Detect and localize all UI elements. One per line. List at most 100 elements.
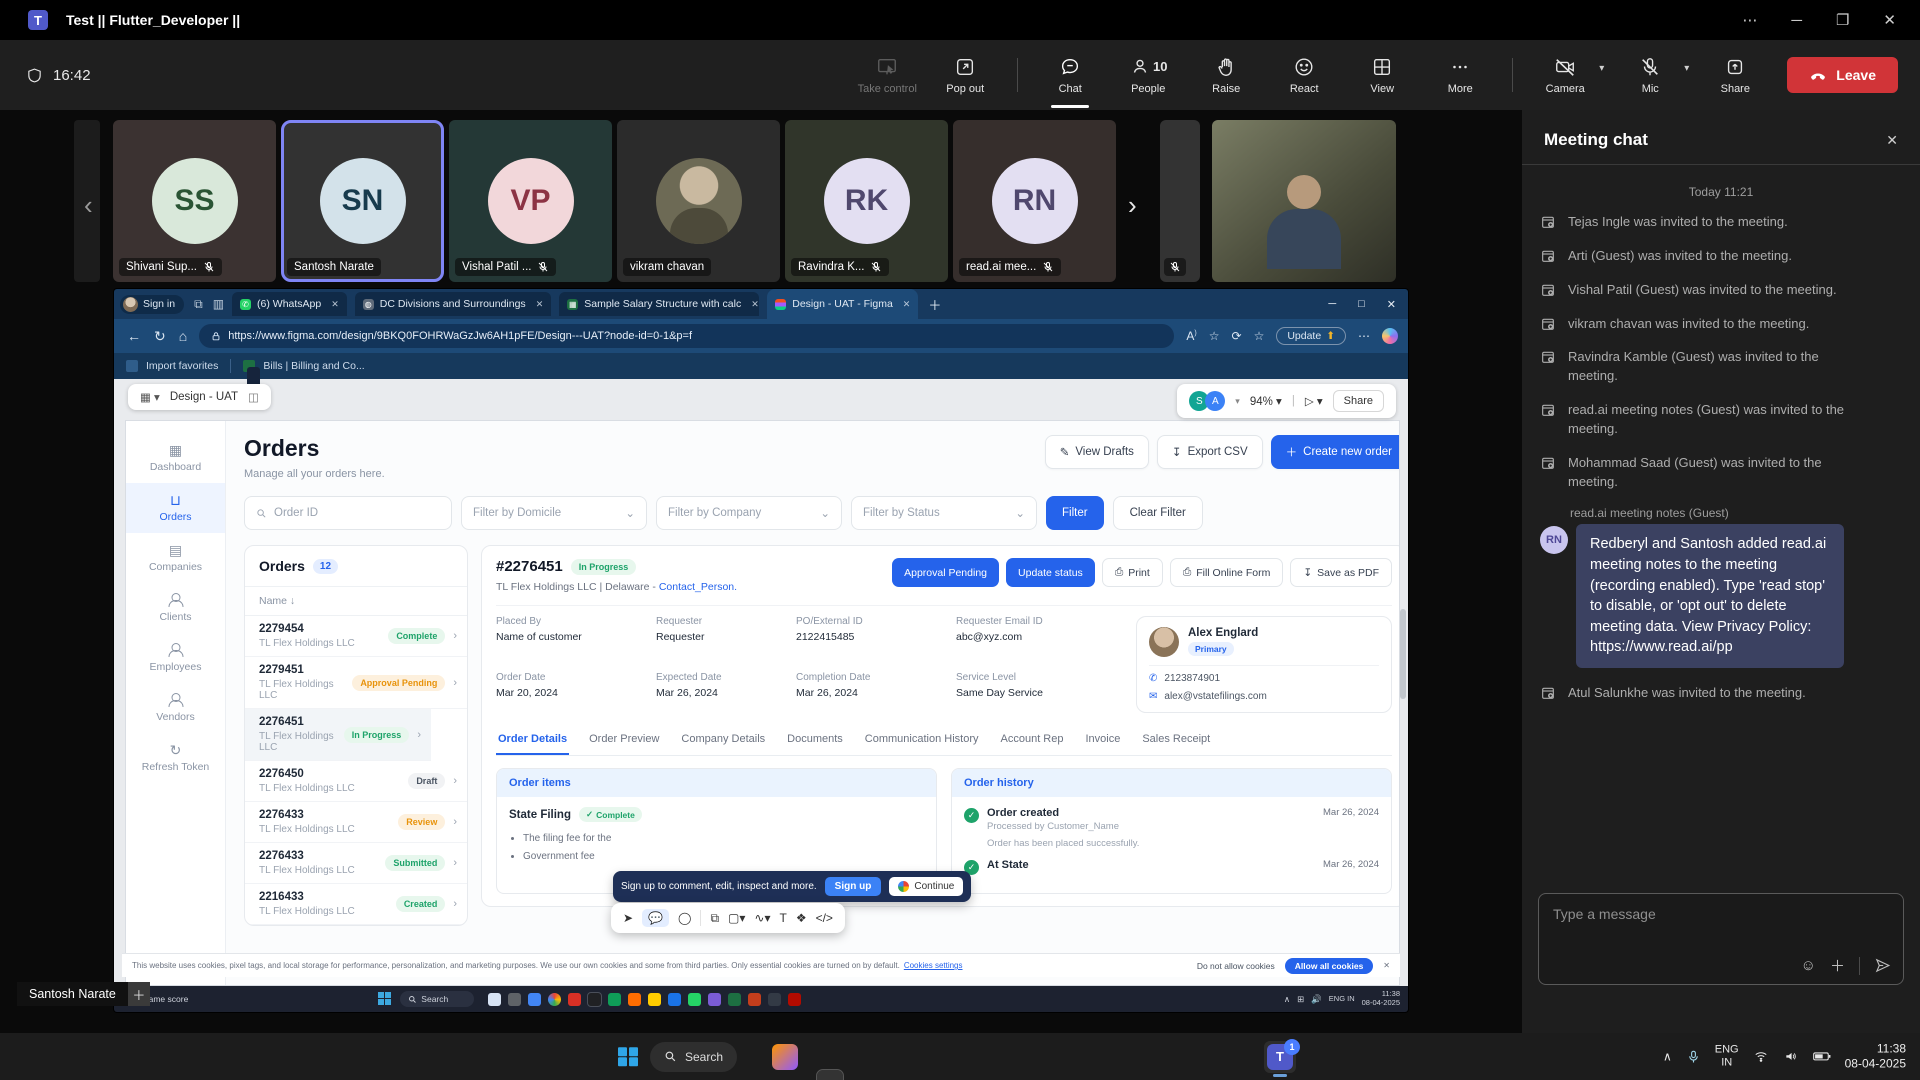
create-new-order-button[interactable]: ＋Create new order — [1271, 435, 1400, 469]
camera-button[interactable]: Camera — [1529, 56, 1601, 95]
tiles-prev-chevron-icon[interactable]: ‹ — [84, 190, 93, 221]
copilot-icon[interactable] — [1382, 328, 1398, 344]
tab-close-icon[interactable]: ✕ — [331, 299, 339, 310]
filter-domicile-select[interactable]: Filter by Domicile⌄ — [461, 496, 647, 530]
attach-plus-icon[interactable]: ＋ — [1830, 955, 1845, 976]
sidebar-item-dashboard[interactable]: ▦Dashboard — [126, 433, 225, 483]
order-row[interactable]: 2279454TL Flex Holdings LLCComplete› — [245, 616, 467, 657]
sidebar-item-refresh-token[interactable]: ↻Refresh Token — [126, 733, 225, 783]
tab-communication-history[interactable]: Communication History — [863, 727, 981, 755]
fill-online-form-button[interactable]: ⎙Fill Online Form — [1170, 558, 1284, 587]
browser-tab-dc-divisions[interactable]: ◍ DC Divisions and Surroundings✕ — [355, 292, 551, 316]
pop-out-button[interactable]: Pop out — [929, 40, 1001, 110]
shared-system-tray[interactable]: ∧⊞🔊 ENG IN 11:38 08-04-2025 — [1284, 990, 1400, 1007]
browser-close-icon[interactable]: ✕ — [1387, 298, 1396, 311]
cookie-settings-link[interactable]: Cookies settings — [904, 961, 963, 970]
shared-taskbar-icons[interactable] — [488, 993, 801, 1006]
browser-tab-salary-sheet[interactable]: ▦ Sample Salary Structure with calc✕ — [559, 292, 759, 316]
chat-button[interactable]: Chat — [1034, 40, 1106, 110]
order-row[interactable]: 2276433TL Flex Holdings LLCReview› — [245, 802, 467, 843]
sidebar-item-clients[interactable]: Clients — [126, 583, 225, 633]
signup-button[interactable]: Sign up — [825, 877, 882, 896]
react-button[interactable]: React — [1268, 40, 1340, 110]
text-tool-icon[interactable]: T — [779, 911, 786, 925]
video-tile[interactable]: SS Shivani Sup... — [113, 120, 276, 282]
new-tab-button[interactable]: ＋ — [928, 295, 941, 314]
more-button[interactable]: More — [1424, 40, 1496, 110]
teams-icon[interactable]: T1 — [1264, 1041, 1296, 1073]
contact-person-link[interactable]: Contact_Person. — [659, 581, 737, 593]
tray-expand-chevron-icon[interactable]: ∧ — [1663, 1050, 1672, 1064]
tab-invoice[interactable]: Invoice — [1083, 727, 1122, 755]
order-id-input[interactable]: Order ID — [244, 496, 452, 530]
shape-tool-icon[interactable]: ▢▾ — [728, 911, 745, 925]
back-icon[interactable]: ← — [127, 328, 141, 344]
component-tool-icon[interactable]: ❖ — [796, 911, 807, 925]
save-as-pdf-button[interactable]: ↧Save as PDF — [1290, 558, 1392, 587]
approval-pending-button[interactable]: Approval Pending — [892, 558, 999, 587]
url-field[interactable]: https://www.figma.com/design/9BKQ0FOHRWa… — [199, 324, 1174, 348]
favorite-star-icon[interactable]: ☆ — [1209, 329, 1220, 343]
browser-tab-figma-active[interactable]: Design - UAT - Figma✕ — [767, 289, 918, 319]
battery-icon[interactable] — [1813, 1050, 1831, 1064]
comment-tool-icon[interactable]: 💬 — [642, 909, 669, 927]
tab-order-preview[interactable]: Order Preview — [587, 727, 661, 755]
page-scrollbar[interactable] — [1400, 609, 1406, 699]
update-status-button[interactable]: Update status — [1006, 558, 1095, 587]
cookie-close-icon[interactable]: ✕ — [1383, 961, 1390, 970]
tab-account-rep[interactable]: Account Rep — [999, 727, 1066, 755]
sidebar-item-employees[interactable]: Employees — [126, 633, 225, 683]
export-csv-button[interactable]: ↧Export CSV — [1157, 435, 1263, 469]
view-button[interactable]: View — [1346, 40, 1418, 110]
minimize-button[interactable]: ─ — [1791, 12, 1802, 29]
filter-button[interactable]: Filter — [1046, 496, 1104, 530]
leave-button[interactable]: Leave — [1787, 57, 1898, 93]
order-row-selected[interactable]: 2276451TL Flex Holdings LLCIn Progress› — [245, 709, 431, 761]
pin-presenter-button[interactable]: ＋ — [128, 982, 150, 1006]
close-button[interactable]: ✕ — [1883, 11, 1896, 29]
contact-email[interactable]: ✉alex@vstatefilings.com — [1149, 691, 1379, 702]
import-favorites-link[interactable]: Import favorites — [146, 360, 218, 372]
cursor-tool-icon[interactable]: ➤ — [623, 911, 633, 925]
send-icon[interactable] — [1874, 957, 1891, 974]
tiles-next-chevron-icon[interactable]: › — [1128, 190, 1137, 221]
present-icon[interactable]: ▷ ▾ — [1305, 394, 1323, 408]
collections-icon[interactable]: ☆ — [1254, 329, 1265, 343]
refresh-sync-icon[interactable]: ⟳ — [1232, 329, 1242, 343]
sidebar-item-orders[interactable]: ⊔Orders — [126, 483, 225, 533]
language-indicator[interactable]: ENGIN — [1715, 1044, 1739, 1069]
view-drafts-button[interactable]: ✎View Drafts — [1045, 435, 1149, 469]
browser-settings-ellipsis-icon[interactable]: ⋯ — [1358, 329, 1370, 343]
firefox-icon[interactable] — [772, 1044, 798, 1070]
sidebar-item-companies[interactable]: ▤Companies — [126, 533, 225, 583]
window-options-icon[interactable]: ⋯ — [1742, 11, 1757, 29]
shared-search-box[interactable]: Search — [400, 991, 474, 1007]
tab-sales-receipt[interactable]: Sales Receipt — [1140, 727, 1212, 755]
avatars-chevron-icon[interactable]: ▾ — [1235, 396, 1240, 407]
bills-bookmark-link[interactable]: Bills | Billing and Co... — [263, 360, 364, 372]
order-row[interactable]: 2276450TL Flex Holdings LLCDraft› — [245, 761, 467, 802]
print-button[interactable]: ⎙Print — [1102, 558, 1163, 587]
google-continue-button[interactable]: Continue — [889, 877, 963, 896]
wifi-icon[interactable] — [1753, 1050, 1769, 1064]
raise-hand-button[interactable]: Raise — [1190, 40, 1262, 110]
video-tile[interactable]: VP Vishal Patil ... — [449, 120, 612, 282]
video-tile[interactable]: RN read.ai mee... — [953, 120, 1116, 282]
order-row[interactable]: 2276433TL Flex Holdings LLCSubmitted› — [245, 843, 467, 884]
clear-filter-button[interactable]: Clear Filter — [1113, 496, 1203, 530]
chat-message-input[interactable]: Type a message ☺ ＋ — [1538, 893, 1904, 985]
name-column-header[interactable]: Name ↓ — [245, 587, 467, 616]
figma-menu-icon[interactable]: ▦ ▾ — [140, 390, 160, 404]
tab-order-details[interactable]: Order Details — [496, 727, 569, 755]
crop-tool-icon[interactable]: ⧉ — [710, 911, 719, 926]
figma-share-button[interactable]: Share — [1333, 390, 1384, 412]
start-button[interactable] — [618, 1047, 638, 1067]
browser-minimize-icon[interactable]: ─ — [1328, 298, 1336, 311]
tab-close-icon[interactable]: ✕ — [903, 299, 911, 310]
zoom-level[interactable]: 94% ▾ — [1250, 394, 1282, 408]
mic-button[interactable]: Mic — [1614, 56, 1686, 95]
browser-profile-signin[interactable]: Sign in — [120, 295, 184, 314]
panel-toggle-icon[interactable]: ◫ — [248, 390, 259, 404]
volume-icon[interactable] — [1783, 1050, 1799, 1064]
video-tile[interactable]: RK Ravindra K... — [785, 120, 948, 282]
